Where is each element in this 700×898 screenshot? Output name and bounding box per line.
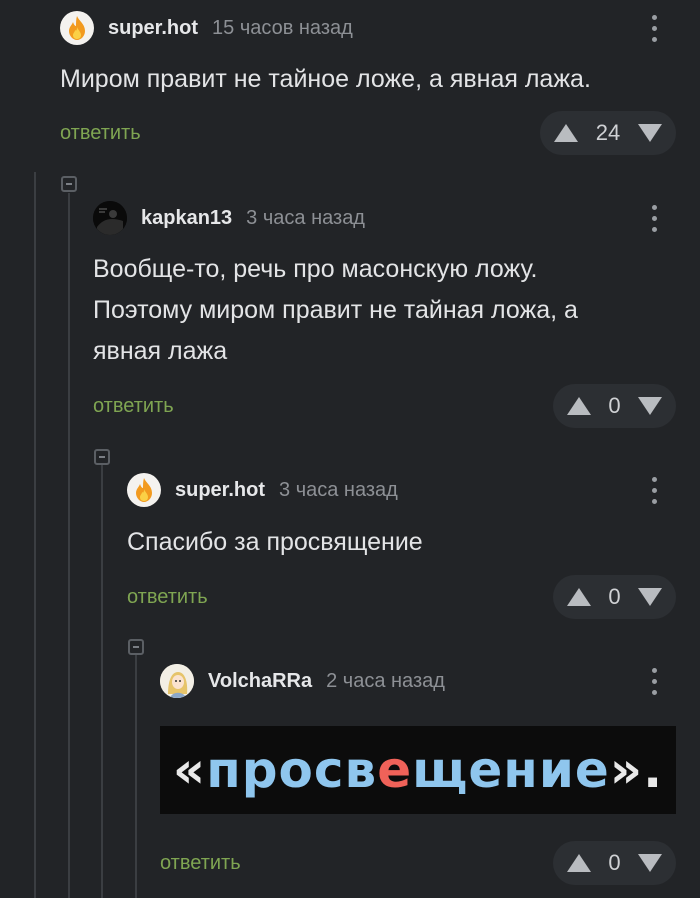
- downvote-icon[interactable]: [638, 854, 662, 872]
- fire-icon: [136, 478, 152, 502]
- more-options-icon[interactable]: [652, 477, 658, 504]
- thread-line: [68, 193, 70, 898]
- avatar[interactable]: [127, 473, 161, 507]
- more-options-icon[interactable]: [652, 15, 658, 42]
- fire-icon: [69, 16, 85, 40]
- collapse-thread-button[interactable]: [61, 176, 77, 192]
- thread-line: [135, 655, 137, 898]
- username[interactable]: VolchaRRa: [208, 670, 312, 693]
- upvote-icon[interactable]: [554, 124, 578, 142]
- timestamp: 3 часа назад: [246, 206, 365, 229]
- vote-count: 0: [608, 584, 621, 609]
- downvote-icon[interactable]: [637, 124, 662, 142]
- collapse-thread-button[interactable]: [94, 449, 110, 465]
- comment-text: Миром правит не тайное ложе, а явная лаж…: [60, 65, 591, 93]
- comment-header: super.hot 3 часа назад: [127, 473, 398, 507]
- image-text-highlight: е: [377, 741, 413, 799]
- downvote-icon[interactable]: [638, 588, 662, 606]
- timestamp: 2 часа назад: [326, 669, 445, 692]
- image-text-quote: «: [172, 741, 207, 799]
- username[interactable]: super.hot: [108, 17, 198, 40]
- username[interactable]: super.hot: [175, 479, 265, 502]
- vote-control: 0: [553, 384, 676, 428]
- image-text-part: щение: [412, 741, 610, 799]
- more-options-icon[interactable]: [652, 668, 658, 695]
- comment-text: Спасибо за просвящение: [127, 528, 423, 556]
- vote-count: 0: [608, 850, 621, 875]
- vote-control: 0: [553, 841, 676, 885]
- anime-avatar-icon: [160, 664, 194, 698]
- comment-header: kapkan13 3 часа назад: [93, 201, 365, 235]
- upvote-icon[interactable]: [567, 854, 591, 872]
- vote-count: 24: [595, 120, 621, 145]
- reply-button[interactable]: ответить: [160, 852, 241, 875]
- downvote-icon[interactable]: [638, 397, 662, 415]
- image-text-part: просв: [206, 741, 378, 799]
- reply-button[interactable]: ответить: [127, 586, 208, 609]
- comment-text-line: Поэтому миром правит не тайная ложа, а: [93, 296, 578, 324]
- comment-header: super.hot 15 часов назад: [60, 11, 353, 45]
- comment-header: VolchaRRa 2 часа назад: [160, 664, 445, 698]
- vote-control: 24: [540, 111, 676, 155]
- comment-text: Вообще-то, речь про масонскую ложу. Поэт…: [93, 249, 578, 372]
- more-options-icon[interactable]: [652, 205, 658, 232]
- avatar[interactable]: [60, 11, 94, 45]
- comment-text-line: явная лажа: [93, 337, 228, 365]
- reply-button[interactable]: ответить: [93, 395, 174, 418]
- comment-text-line: Вообще-то, речь про масонскую ложу.: [93, 255, 538, 283]
- thread-line: [34, 172, 36, 898]
- vote-count: 0: [608, 393, 621, 418]
- upvote-icon[interactable]: [567, 397, 591, 415]
- timestamp: 3 часа назад: [279, 478, 398, 501]
- comment-image[interactable]: «просв е щение».: [160, 726, 676, 814]
- thread-line: [101, 465, 103, 898]
- upvote-icon[interactable]: [567, 588, 591, 606]
- timestamp: 15 часов назад: [212, 16, 353, 39]
- vote-control: 0: [553, 575, 676, 619]
- collapse-thread-button[interactable]: [128, 639, 144, 655]
- username[interactable]: kapkan13: [141, 207, 232, 230]
- dark-avatar-icon: [93, 201, 127, 235]
- image-text-quote: ».: [609, 741, 664, 799]
- reply-button[interactable]: ответить: [60, 122, 141, 145]
- avatar[interactable]: [160, 664, 194, 698]
- avatar[interactable]: [93, 201, 127, 235]
